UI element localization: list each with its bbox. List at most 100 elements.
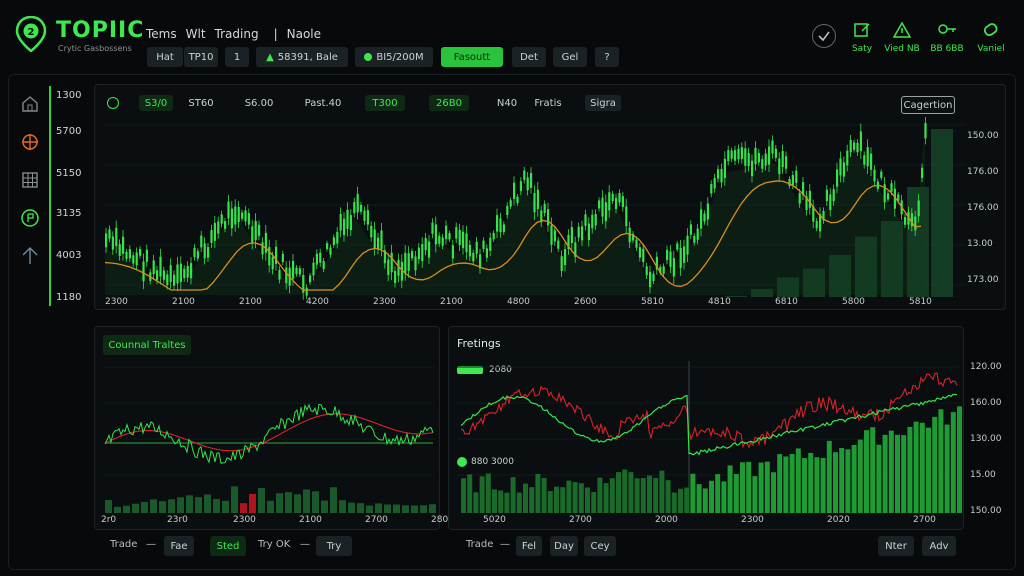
footer-fae-button[interactable]: Fae [164,536,194,556]
menu-item-trading[interactable]: Trading [215,27,259,41]
target-icon [818,31,830,42]
x-axis-label: 2300 [233,515,256,525]
menu-item-naole[interactable]: Naole [287,27,321,41]
toolbar-one-button[interactable]: 1 [225,47,249,67]
candle-body [336,231,339,244]
candle-body [570,227,573,244]
bottom-left-line-chart[interactable] [95,327,441,531]
volume-bar [913,421,919,513]
volume-bar [678,488,683,513]
volume-bar [276,493,283,513]
toolbar-det-button[interactable]: Det [512,47,546,67]
volume-bar [498,490,504,513]
home-icon[interactable] [20,94,40,114]
toolbar-balance-button[interactable]: ▲ 58391, Bale [256,47,348,67]
candle-body [523,170,526,180]
candle-body [703,213,706,222]
crosshair-icon[interactable] [20,132,40,152]
toolbar-one-label: 1 [233,51,241,63]
volume-bar [357,503,364,513]
candle-body [434,224,437,245]
candle-body [509,200,512,207]
left-axis-label: 4003 [56,250,82,261]
footer-cey-button[interactable]: Cey [584,536,616,556]
footer-nter-button[interactable]: Nter [878,536,914,556]
volume-bar [213,498,220,513]
candle-body [193,247,196,258]
candle-body [132,255,135,264]
bottom-right-line-chart[interactable] [449,327,965,531]
toolbar-help-button[interactable]: ? [595,47,619,67]
toolbar-gel-button[interactable]: Gel [553,47,587,67]
flag-icon[interactable] [20,208,40,228]
volume-bar [931,129,953,297]
footer-adv-button[interactable]: Adv [922,536,956,556]
footer-day-button[interactable]: Day [550,536,578,556]
saty-button[interactable]: Saty [848,22,876,54]
candle-body [717,169,720,179]
volume-bar [504,492,510,513]
candle-body [587,223,590,241]
candle-body [312,262,315,276]
bottom-left-footer: Trade — Fae Sted Try OK — Try [110,536,450,556]
volume-bar [240,503,247,513]
candle-body [516,196,519,204]
candle-body [768,146,771,165]
candle-body [536,189,539,210]
candle-body [669,251,672,267]
candle-body [309,275,312,283]
volume-bar [560,487,566,513]
candle-body [553,230,556,242]
warning-icon [892,21,912,38]
toolbar-volume-button[interactable]: BI5/200M [355,47,433,67]
candle-body [458,229,461,246]
candle-body [547,209,550,226]
candle-body [237,207,240,223]
candle-body [241,212,244,219]
volume-bar [321,500,328,513]
volume-bar [603,483,609,513]
candle-body [921,167,924,179]
toolbar-fasoutt-button[interactable]: Fasoutt [441,47,503,67]
volume-bar [808,452,814,513]
vied-button[interactable]: Vied NB [881,21,923,54]
brand-name: TOPIIC [56,18,145,43]
volume-bar [895,434,900,513]
footer-try-button[interactable]: Try [316,536,352,556]
candle-body [203,243,206,259]
footer-tryok-label[interactable]: Try OK [258,539,290,550]
bb-button[interactable]: BB 6BB [928,22,966,54]
menu-item-tems[interactable]: Tems [146,27,177,41]
footer-fel-button[interactable]: Fel [516,536,542,556]
volume-bar [833,452,838,513]
candle-body [513,182,516,199]
menu-item-wlt[interactable]: Wlt [186,27,206,41]
footer-sted-button[interactable]: Sted [210,536,246,556]
footer-dash: — [146,539,156,550]
toolbar-hat-button[interactable]: Hat [147,47,183,67]
toolbar-balance-label: 58391, Bale [277,51,338,63]
volume-bar [628,472,634,513]
grid-icon[interactable] [20,170,40,190]
target-button[interactable] [812,24,836,48]
volume-bar [159,501,166,513]
candle-body [105,233,108,248]
volume-bar [285,492,292,513]
footer-button-label: Sted [216,540,240,552]
volume-bar [709,480,714,513]
volume-bar [330,487,337,513]
candle-body [764,153,767,166]
dot-icon [364,53,373,61]
main-candlestick-chart[interactable] [95,85,1007,311]
toolbar-tp-button[interactable]: TP10 [184,47,218,67]
x-axis-label: 2r0 [101,515,117,525]
vaniel-button[interactable]: Vaniel [972,22,1010,54]
right-axis-label: 176.00 [967,203,999,213]
toolbar-gel-label: Gel [561,51,579,63]
candle-body [207,247,210,258]
signal-icon[interactable] [20,246,40,266]
volume-bar [132,503,139,513]
candle-body [387,259,390,275]
candle-body [244,210,247,222]
right-axis-label: 150.00 [967,131,999,141]
